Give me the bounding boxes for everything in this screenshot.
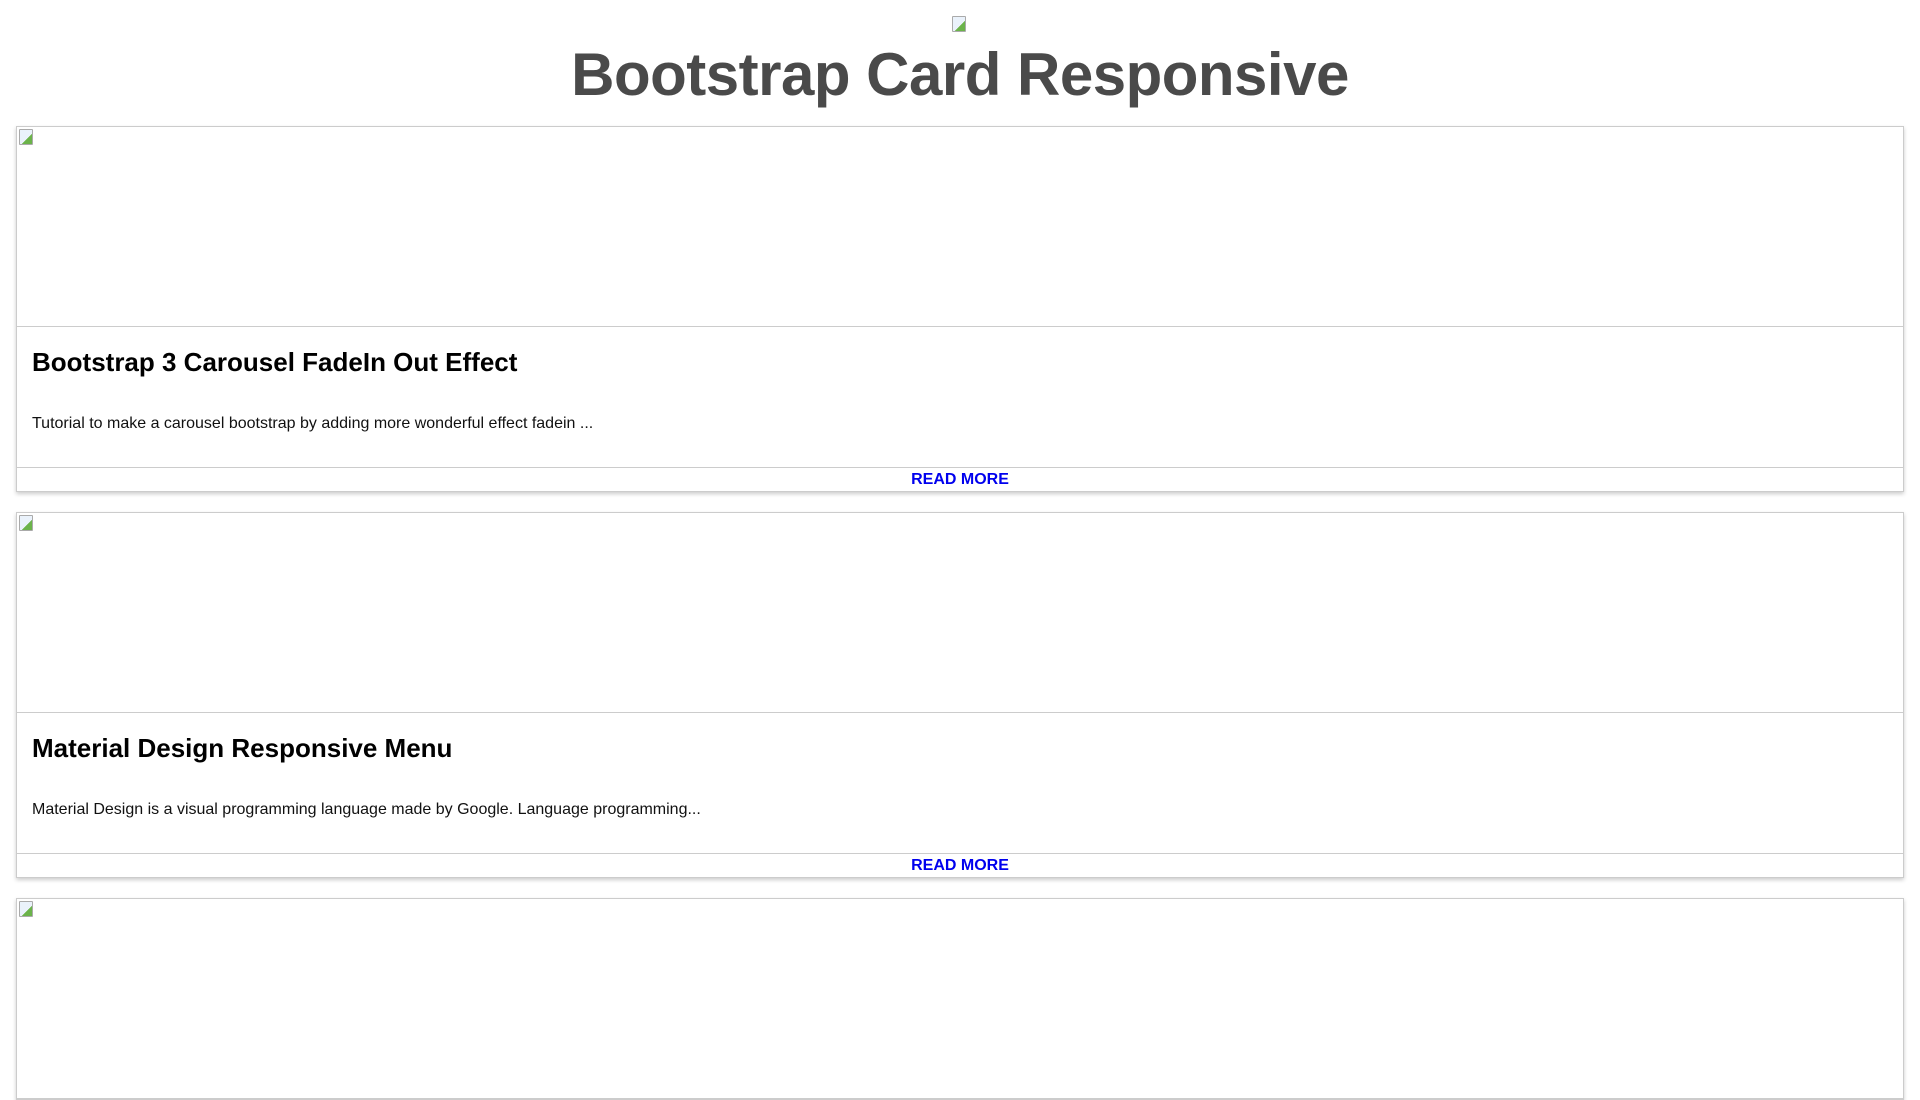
card-description: Tutorial to make a carousel bootstrap by… (32, 415, 594, 432)
card-title: Bootstrap 3 Carousel FadeIn Out Effect (32, 347, 518, 377)
page-title: Bootstrap Card Responsive (571, 41, 1349, 108)
broken-image-icon (19, 901, 33, 917)
card-title: Material Design Responsive Menu (32, 733, 453, 763)
card-image (17, 899, 1903, 1099)
broken-image-icon (19, 129, 33, 145)
broken-image-icon (19, 515, 33, 531)
logo-broken-image-icon (952, 16, 968, 32)
card-image (17, 513, 1903, 713)
read-more-link[interactable]: READ MORE (911, 471, 1009, 488)
card-description: Material Design is a visual programming … (32, 801, 701, 818)
card: Material Design Responsive Menu Material… (16, 512, 1904, 878)
card-image (17, 127, 1903, 327)
card (16, 898, 1904, 1100)
card: Bootstrap 3 Carousel FadeIn Out Effect T… (16, 126, 1904, 492)
read-more-link[interactable]: READ MORE (911, 857, 1009, 874)
